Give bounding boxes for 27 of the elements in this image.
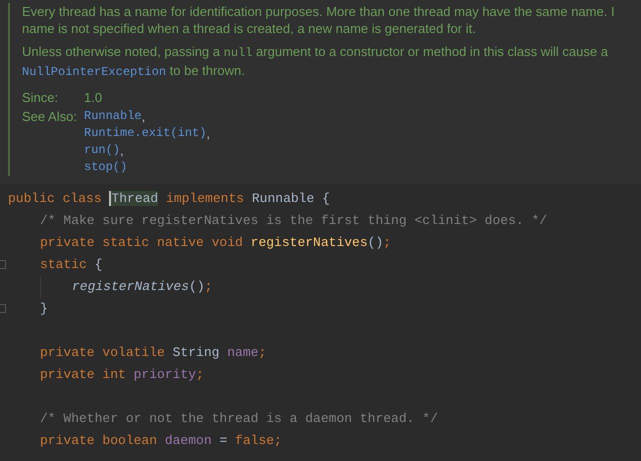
- fold-marker-icon[interactable]: [0, 304, 6, 313]
- doc-link[interactable]: run(): [84, 142, 120, 159]
- code-line: registerNatives();: [72, 278, 212, 296]
- code-line: private int priority;: [40, 366, 204, 384]
- doc-tag-label: See Also:: [22, 108, 78, 126]
- doc-link[interactable]: stop(): [84, 159, 128, 176]
- comma: ,: [142, 108, 146, 125]
- doc-text: Unless otherwise noted, passing a null argument to a constructor or method in this class will cause a: [22, 43, 609, 62]
- doc-text: NullPointerException to be thrown.: [22, 62, 246, 81]
- doc-text: name is not specified when a thread is created, a new name is generated for it.: [22, 20, 477, 37]
- doc-link[interactable]: Runnable: [84, 108, 142, 125]
- code-line: }: [40, 300, 48, 318]
- code-line: public class Thread implements Runnable {: [8, 190, 330, 208]
- doc-tag-label: Since:: [22, 89, 60, 106]
- comma: ,: [206, 125, 210, 142]
- doc-text: Every thread has a name for identification purposes. More than one thread may have the same name. I: [22, 3, 615, 20]
- doc-link[interactable]: Runtime.exit(int): [84, 125, 206, 142]
- doc-link[interactable]: NullPointerException: [22, 65, 166, 79]
- code-line: static {: [40, 256, 102, 274]
- code-line: private volatile String name;: [40, 344, 266, 362]
- code-line: private boolean daemon = false;: [40, 432, 282, 450]
- doc-tag-value: 1.0: [84, 89, 102, 106]
- code-line: private static native void registerNatives();: [40, 234, 392, 252]
- code-line: /* Make sure registerNatives is the first thing <clinit> does. */: [40, 212, 548, 230]
- fold-marker-icon[interactable]: [0, 260, 6, 269]
- comma: ,: [120, 142, 124, 159]
- code-line: /* Whether or not the thread is a daemon thread. */: [40, 410, 438, 428]
